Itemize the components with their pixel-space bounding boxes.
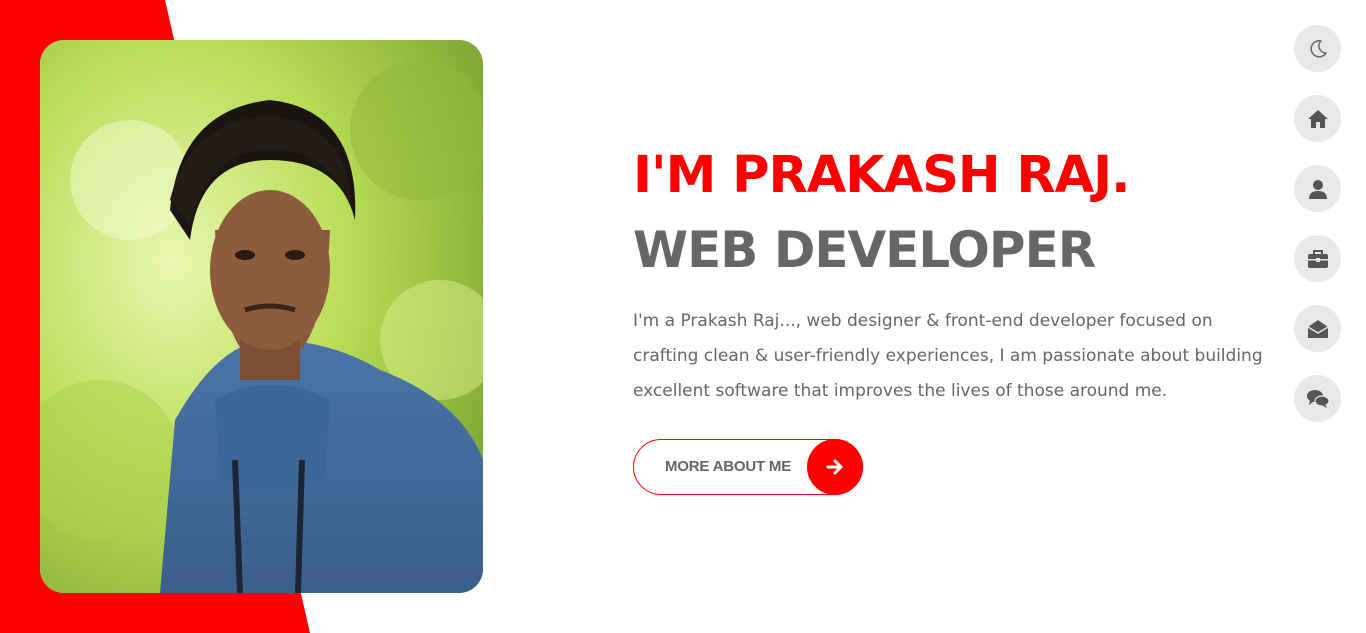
comments-icon [1306,389,1330,408]
hero-bio: I'm a Prakash Raj..., web designer & fro… [633,311,1263,401]
hero-title: I'M PRAKASH RAJ. [633,146,1130,205]
theme-toggle-button[interactable] [1294,25,1341,72]
nav-portfolio-button[interactable] [1294,235,1341,282]
more-about-me-label: MORE ABOUT ME [665,458,792,475]
user-icon [1308,179,1327,199]
briefcase-icon [1307,249,1328,268]
profile-photo [40,40,483,593]
home-icon [1307,109,1328,128]
side-navigation [1294,25,1341,445]
nav-about-button[interactable] [1294,165,1341,212]
more-about-me-button[interactable]: MORE ABOUT ME [633,439,863,495]
moon-icon [1309,39,1327,57]
hero-subtitle: WEB DEVELOPER [633,221,1096,279]
nav-home-button[interactable] [1294,95,1341,142]
nav-contact-button[interactable] [1294,305,1341,352]
hero-section: I'M PRAKASH RAJ. WEB DEVELOPER I'm a Pra… [633,140,1273,409]
home-page: I'M PRAKASH RAJ. WEB DEVELOPER I'm a Pra… [0,0,1366,633]
arrow-right-icon [807,439,863,495]
nav-blog-button[interactable] [1294,375,1341,422]
envelope-open-icon [1307,319,1328,338]
